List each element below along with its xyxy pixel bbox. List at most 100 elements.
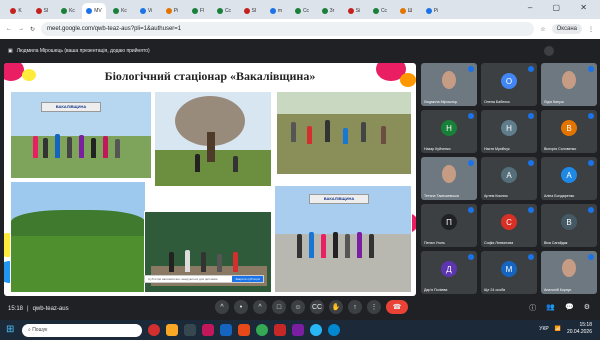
tab-favicon-icon (321, 8, 328, 14)
app-icon[interactable] (274, 324, 286, 336)
person (345, 234, 350, 258)
participant-tile[interactable]: А Артем Кислюк (481, 157, 537, 200)
mic-status-icon (468, 254, 474, 260)
participant-tile[interactable]: Д Дар'я Поліева (421, 251, 477, 294)
back-icon[interactable]: ← (6, 26, 12, 32)
participant-tile[interactable]: П Пенал Уголь (421, 204, 477, 247)
clock-date: 20.04.2026 (566, 329, 592, 335)
raise-hand-button[interactable]: ✋ (329, 300, 343, 314)
browser-tab[interactable]: SI (238, 3, 262, 19)
url-text: meet.google.com/qwb-teaz-aus?pli=1&authu… (47, 26, 182, 32)
participant-tile[interactable]: В Віка Сагайдак (541, 204, 597, 247)
browser-tab[interactable]: Vi (134, 3, 158, 19)
participant-name: Назар Куйченко (424, 147, 451, 151)
browser-tab[interactable]: Pi (420, 3, 444, 19)
reload-icon[interactable]: ↻ (30, 26, 35, 33)
browser-tab[interactable]: Зг (316, 3, 340, 19)
forward-icon[interactable]: → (18, 26, 24, 32)
language-indicator[interactable]: УКР (539, 326, 548, 332)
menu-icon[interactable]: ⋮ (588, 26, 594, 33)
vpn-icon[interactable] (184, 324, 196, 336)
taskbar: ⊞ ⌕ Пошук УКР 📶 15:18 20.04.2026 (0, 320, 600, 340)
person (321, 234, 326, 258)
browser-tab[interactable]: Fl (186, 3, 210, 19)
opera-icon[interactable] (148, 324, 160, 336)
chat-icon[interactable]: 💬 (565, 303, 574, 313)
taskbar-search[interactable]: ⌕ Пошук (22, 323, 142, 337)
participant-tile[interactable]: Людмила Мірошець (421, 63, 477, 106)
tab-label: Зг (329, 8, 335, 14)
emoji-button[interactable]: ☺ (291, 300, 305, 314)
participant-tile[interactable]: А Аліна Бондаренко (541, 157, 597, 200)
microphone-button[interactable]: • (234, 300, 248, 314)
participant-tile[interactable]: Тетяна Тамєшевська (421, 157, 477, 200)
camera-button[interactable]: □ (272, 300, 286, 314)
more-options-button[interactable]: ⋮ (367, 300, 381, 314)
profile-button[interactable]: Оксана (551, 24, 582, 34)
browser-tab[interactable]: Cc (212, 3, 236, 19)
participant-name: Людмила Мірошець (424, 100, 458, 104)
mic-options-icon[interactable]: ^ (215, 300, 229, 314)
participant-avatar: М (501, 261, 517, 278)
person (201, 252, 206, 272)
powerpoint-icon[interactable] (238, 324, 250, 336)
participant-video (562, 71, 576, 90)
people-icon[interactable]: 👥 (546, 303, 555, 313)
participant-tile[interactable]: С Софія Литвинова (481, 204, 537, 247)
caption-close-button[interactable]: Закрити субтитри (232, 276, 263, 282)
browser-tab[interactable]: Cc (290, 3, 314, 19)
windows-icon[interactable]: ⊞ (6, 324, 14, 335)
separator: | (27, 306, 29, 312)
tab-favicon-icon (372, 8, 379, 14)
end-call-button[interactable]: ☎ (386, 300, 408, 314)
info-icon[interactable]: ⓘ (529, 303, 536, 313)
participant-tile[interactable]: Лідія Капуш (541, 63, 597, 106)
pin-icon[interactable] (544, 46, 554, 56)
browser-tab[interactable]: m (264, 3, 288, 19)
telegram-icon[interactable] (310, 324, 322, 336)
browser-tab[interactable]: MV (82, 3, 106, 19)
participant-tile[interactable]: О Олена Бабенко (481, 63, 537, 106)
explorer-icon[interactable] (166, 324, 178, 336)
person (115, 139, 120, 158)
browser-tab[interactable]: Kc (108, 3, 132, 19)
mic-status-icon (468, 207, 474, 213)
person (55, 134, 60, 158)
tab-label: Si (355, 8, 361, 14)
participant-tile[interactable]: В Вікторія Соловенко (541, 110, 597, 153)
browser-tab[interactable]: K (4, 3, 28, 19)
participant-tile[interactable]: Анатолій Корнус (541, 251, 597, 294)
person (67, 137, 72, 158)
participant-tile[interactable]: М Ще 24 особи (481, 251, 537, 294)
url-field[interactable]: meet.google.com/qwb-teaz-aus?pli=1&authu… (41, 22, 535, 36)
tab-favicon-icon (294, 8, 301, 14)
camera-options-icon[interactable]: ^ (253, 300, 267, 314)
browser-tab[interactable]: Ш (394, 3, 418, 19)
present-button[interactable]: ↑ (348, 300, 362, 314)
captions-button[interactable]: CC (310, 300, 324, 314)
chrome-icon[interactable] (256, 324, 268, 336)
star-icon[interactable]: ☆ (540, 26, 545, 33)
clock[interactable]: 15:18 20.04.2026 (567, 322, 592, 336)
participant-grid: Людмила Мірошець О Олена Бабенко Лідія Капу… (421, 63, 597, 296)
viber-icon[interactable] (292, 324, 304, 336)
participant-avatar: А (561, 167, 577, 184)
participant-tile[interactable]: Н Настя Мусійчук (481, 110, 537, 153)
browser-tab[interactable]: Pi (160, 3, 184, 19)
tab-label: Cc (302, 8, 310, 14)
participant-tile[interactable]: Н Назар Куйченко (421, 110, 477, 153)
edge-icon[interactable] (328, 324, 340, 336)
presentation-stage: Біологічний стаціонар «Вакалівщина» ВАКА… (4, 63, 416, 296)
activities-icon[interactable]: ⚙ (584, 303, 590, 313)
word-icon[interactable] (220, 324, 232, 336)
tree-photo (154, 91, 272, 187)
browser-tab[interactable]: SI (30, 3, 54, 19)
instagram-icon[interactable] (202, 324, 214, 336)
window-controls[interactable]: ‒ ▢ ✕ (528, 3, 596, 12)
browser-tab[interactable]: Cc (368, 3, 392, 19)
wifi-icon[interactable]: 📶 (555, 326, 561, 332)
participant-video (442, 71, 456, 90)
browser-tab[interactable]: Kc (56, 3, 80, 19)
browser-tab[interactable]: Si (342, 3, 366, 19)
meeting-time: 15:18 (8, 306, 24, 312)
